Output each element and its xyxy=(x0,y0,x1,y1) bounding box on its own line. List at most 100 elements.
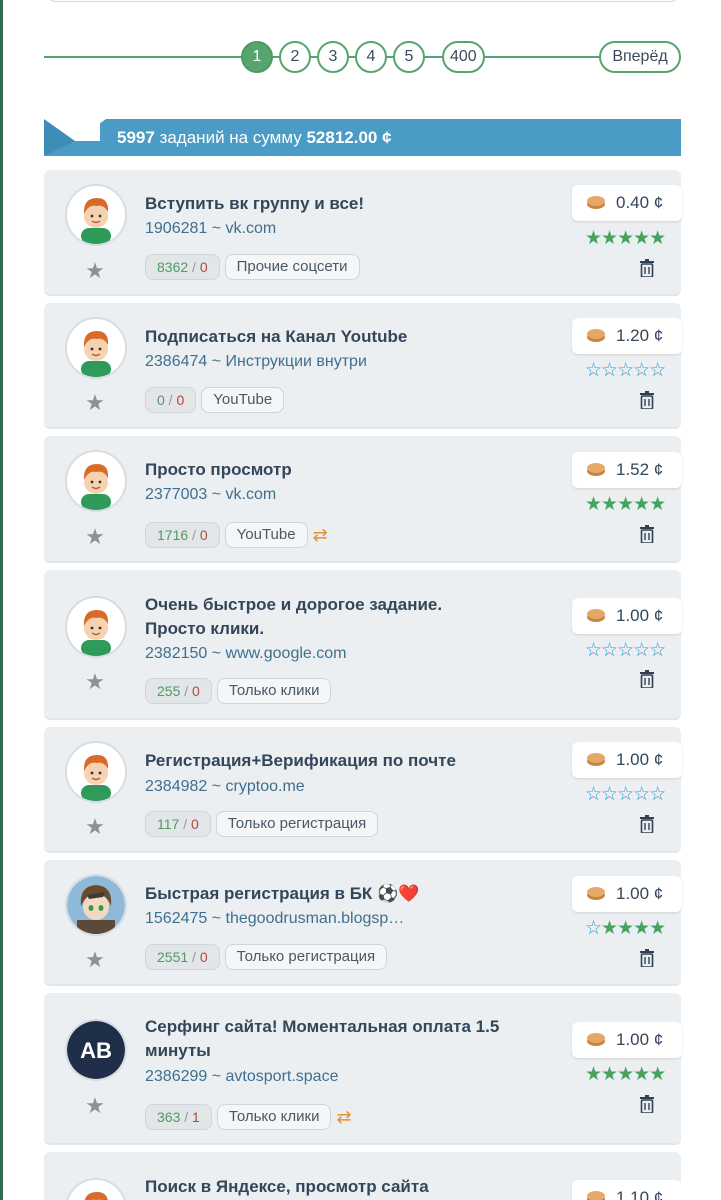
task-id-domain: 2386474 ~ Инструкции внутри xyxy=(145,353,367,370)
task-card[interactable]: AB ★ Серфинг сайта! Моментальная оплата … xyxy=(44,993,682,1145)
task-title[interactable]: Регистрация+Верификация по почте xyxy=(145,749,505,773)
trash-icon[interactable] xyxy=(639,391,655,409)
task-id-domain: 1562475 ~ thegoodrusman.blogsp… xyxy=(145,910,405,927)
rating-stars: ★★★★★ xyxy=(585,494,666,515)
task-id-domain: 2382150 ~ www.google.com xyxy=(145,645,347,662)
boy-avatar-icon xyxy=(65,596,127,658)
trash-icon[interactable] xyxy=(639,949,655,967)
page-4-button[interactable]: 4 xyxy=(355,41,387,73)
completion-count: 1716 / 0 xyxy=(145,522,220,548)
coin-icon xyxy=(587,1033,605,1046)
page-5-button[interactable]: 5 xyxy=(393,41,425,73)
task-count: 5997 xyxy=(117,128,155,147)
boy-avatar-icon xyxy=(65,741,127,803)
completion-count: 0 / 0 xyxy=(145,387,197,413)
coin-icon xyxy=(587,329,605,342)
page-2-button[interactable]: 2 xyxy=(279,41,311,73)
boy-avatar-icon xyxy=(65,184,127,246)
task-card[interactable]: ★ Подписаться на Канал Youtube 2386474 ~… xyxy=(44,303,682,429)
price-badge: 1.00 ¢ xyxy=(572,742,682,778)
task-id-domain: 1906281 ~ vk.com xyxy=(145,220,277,237)
task-title[interactable]: Поиск в Яндексе, просмотр сайта xyxy=(145,1175,505,1199)
repeat-icon: ⇄ xyxy=(336,1107,352,1127)
search-field-bottom[interactable] xyxy=(46,0,680,2)
coin-icon xyxy=(587,753,605,766)
rating-stars: ☆☆☆☆☆ xyxy=(585,360,666,381)
trash-icon[interactable] xyxy=(639,670,655,688)
category-badge[interactable]: Только клики xyxy=(216,678,332,704)
task-id-domain: 2384982 ~ cryptoo.me xyxy=(145,778,305,795)
coin-icon xyxy=(587,463,605,476)
price-badge: 1.00 ¢ xyxy=(572,598,682,634)
task-id-domain: 2386299 ~ avtosport.space xyxy=(145,1068,339,1085)
favorite-star-icon[interactable]: ★ xyxy=(84,671,106,693)
task-card[interactable]: ★ Просто просмотр 2377003 ~ vk.com 1716 … xyxy=(44,436,682,563)
favorite-star-icon[interactable]: ★ xyxy=(84,816,106,838)
next-page-button[interactable]: Вперёд xyxy=(599,41,681,73)
task-card[interactable]: ★ Регистрация+Верификация по почте 23849… xyxy=(44,727,682,853)
task-card[interactable]: Поиск в Яндексе, просмотр сайта 1.10 ¢ xyxy=(44,1152,681,1200)
coin-icon xyxy=(587,609,605,622)
ab-avatar-icon: AB xyxy=(65,1019,127,1081)
task-title[interactable]: Быстрая регистрация в БК ⚽❤️ xyxy=(145,882,505,906)
trash-icon[interactable] xyxy=(639,259,655,277)
boy-avatar-icon xyxy=(65,317,127,379)
price-badge: 1.20 ¢ xyxy=(572,318,682,354)
anime-avatar-icon xyxy=(65,874,127,936)
page-3-button[interactable]: 3 xyxy=(317,41,349,73)
coin-icon xyxy=(587,887,605,900)
task-card[interactable]: ★ Быстрая регистрация в БК ⚽❤️ 1562475 ~… xyxy=(44,860,682,986)
task-card[interactable]: ★ Вступить вк группу и все! 1906281 ~ vk… xyxy=(44,170,682,296)
task-title[interactable]: Очень быстрое и дорогое задание. Просто … xyxy=(145,593,505,641)
banner-notch-icon xyxy=(44,119,106,156)
coin-icon xyxy=(587,1191,605,1200)
trash-icon[interactable] xyxy=(639,1095,655,1113)
rating-stars: ★★★★★ xyxy=(585,228,666,249)
completion-count: 2551 / 0 xyxy=(145,944,220,970)
category-badge[interactable]: Только регистрация xyxy=(215,811,379,837)
left-border xyxy=(0,0,3,1200)
task-title[interactable]: Серфинг сайта! Моментальная оплата 1.5 м… xyxy=(145,1015,505,1063)
completion-count: 363 / 1 xyxy=(145,1104,212,1130)
price-badge: 0.40 ¢ xyxy=(572,185,682,221)
rating-stars: ★★★★★ xyxy=(585,1064,666,1085)
svg-text:AB: AB xyxy=(80,1038,112,1063)
summary-text: заданий на сумму xyxy=(159,128,302,147)
category-badge[interactable]: YouTube xyxy=(201,387,285,413)
category-badge[interactable]: Только клики xyxy=(216,1104,332,1130)
completion-count: 8362 / 0 xyxy=(145,254,220,280)
completion-count: 255 / 0 xyxy=(145,678,212,704)
total-sum: 52812.00 ¢ xyxy=(306,128,392,147)
price-badge: 1.10 ¢ xyxy=(572,1180,681,1200)
coin-icon xyxy=(587,196,605,209)
favorite-star-icon[interactable]: ★ xyxy=(84,526,106,548)
trash-icon[interactable] xyxy=(639,815,655,833)
category-badge[interactable]: Только регистрация xyxy=(224,944,388,970)
task-title[interactable]: Подписаться на Канал Youtube xyxy=(145,325,505,349)
pagination: 1 2 3 4 5 400 Вперёд xyxy=(44,40,681,74)
favorite-star-icon[interactable]: ★ xyxy=(84,1095,106,1117)
completion-count: 117 / 0 xyxy=(145,811,211,837)
favorite-star-icon[interactable]: ★ xyxy=(84,949,106,971)
boy-avatar-icon xyxy=(65,450,127,512)
boy-avatar-icon xyxy=(65,1178,127,1200)
category-badge[interactable]: YouTube xyxy=(224,522,308,548)
repeat-icon: ⇄ xyxy=(312,525,328,545)
page-1-button[interactable]: 1 xyxy=(241,41,273,73)
rating-stars: ☆☆☆☆☆ xyxy=(585,784,666,805)
summary-banner: 5997 заданий на сумму 52812.00 ¢ xyxy=(44,119,681,156)
page-400-button[interactable]: 400 xyxy=(442,41,485,73)
rating-stars: ☆★★★★ xyxy=(585,918,666,939)
favorite-star-icon[interactable]: ★ xyxy=(84,392,106,414)
rating-stars: ☆☆☆☆☆ xyxy=(585,640,666,661)
price-badge: 1.00 ¢ xyxy=(572,1022,682,1058)
price-badge: 1.52 ¢ xyxy=(572,452,682,488)
task-title[interactable]: Вступить вк группу и все! xyxy=(145,192,505,216)
task-card[interactable]: ★ Очень быстрое и дорогое задание. Прост… xyxy=(44,570,682,720)
task-id-domain: 2377003 ~ vk.com xyxy=(145,486,277,503)
task-title[interactable]: Просто просмотр xyxy=(145,458,505,482)
category-badge[interactable]: Прочие соцсети xyxy=(224,254,360,280)
favorite-star-icon[interactable]: ★ xyxy=(84,260,106,282)
trash-icon[interactable] xyxy=(639,525,655,543)
price-badge: 1.00 ¢ xyxy=(572,876,682,912)
